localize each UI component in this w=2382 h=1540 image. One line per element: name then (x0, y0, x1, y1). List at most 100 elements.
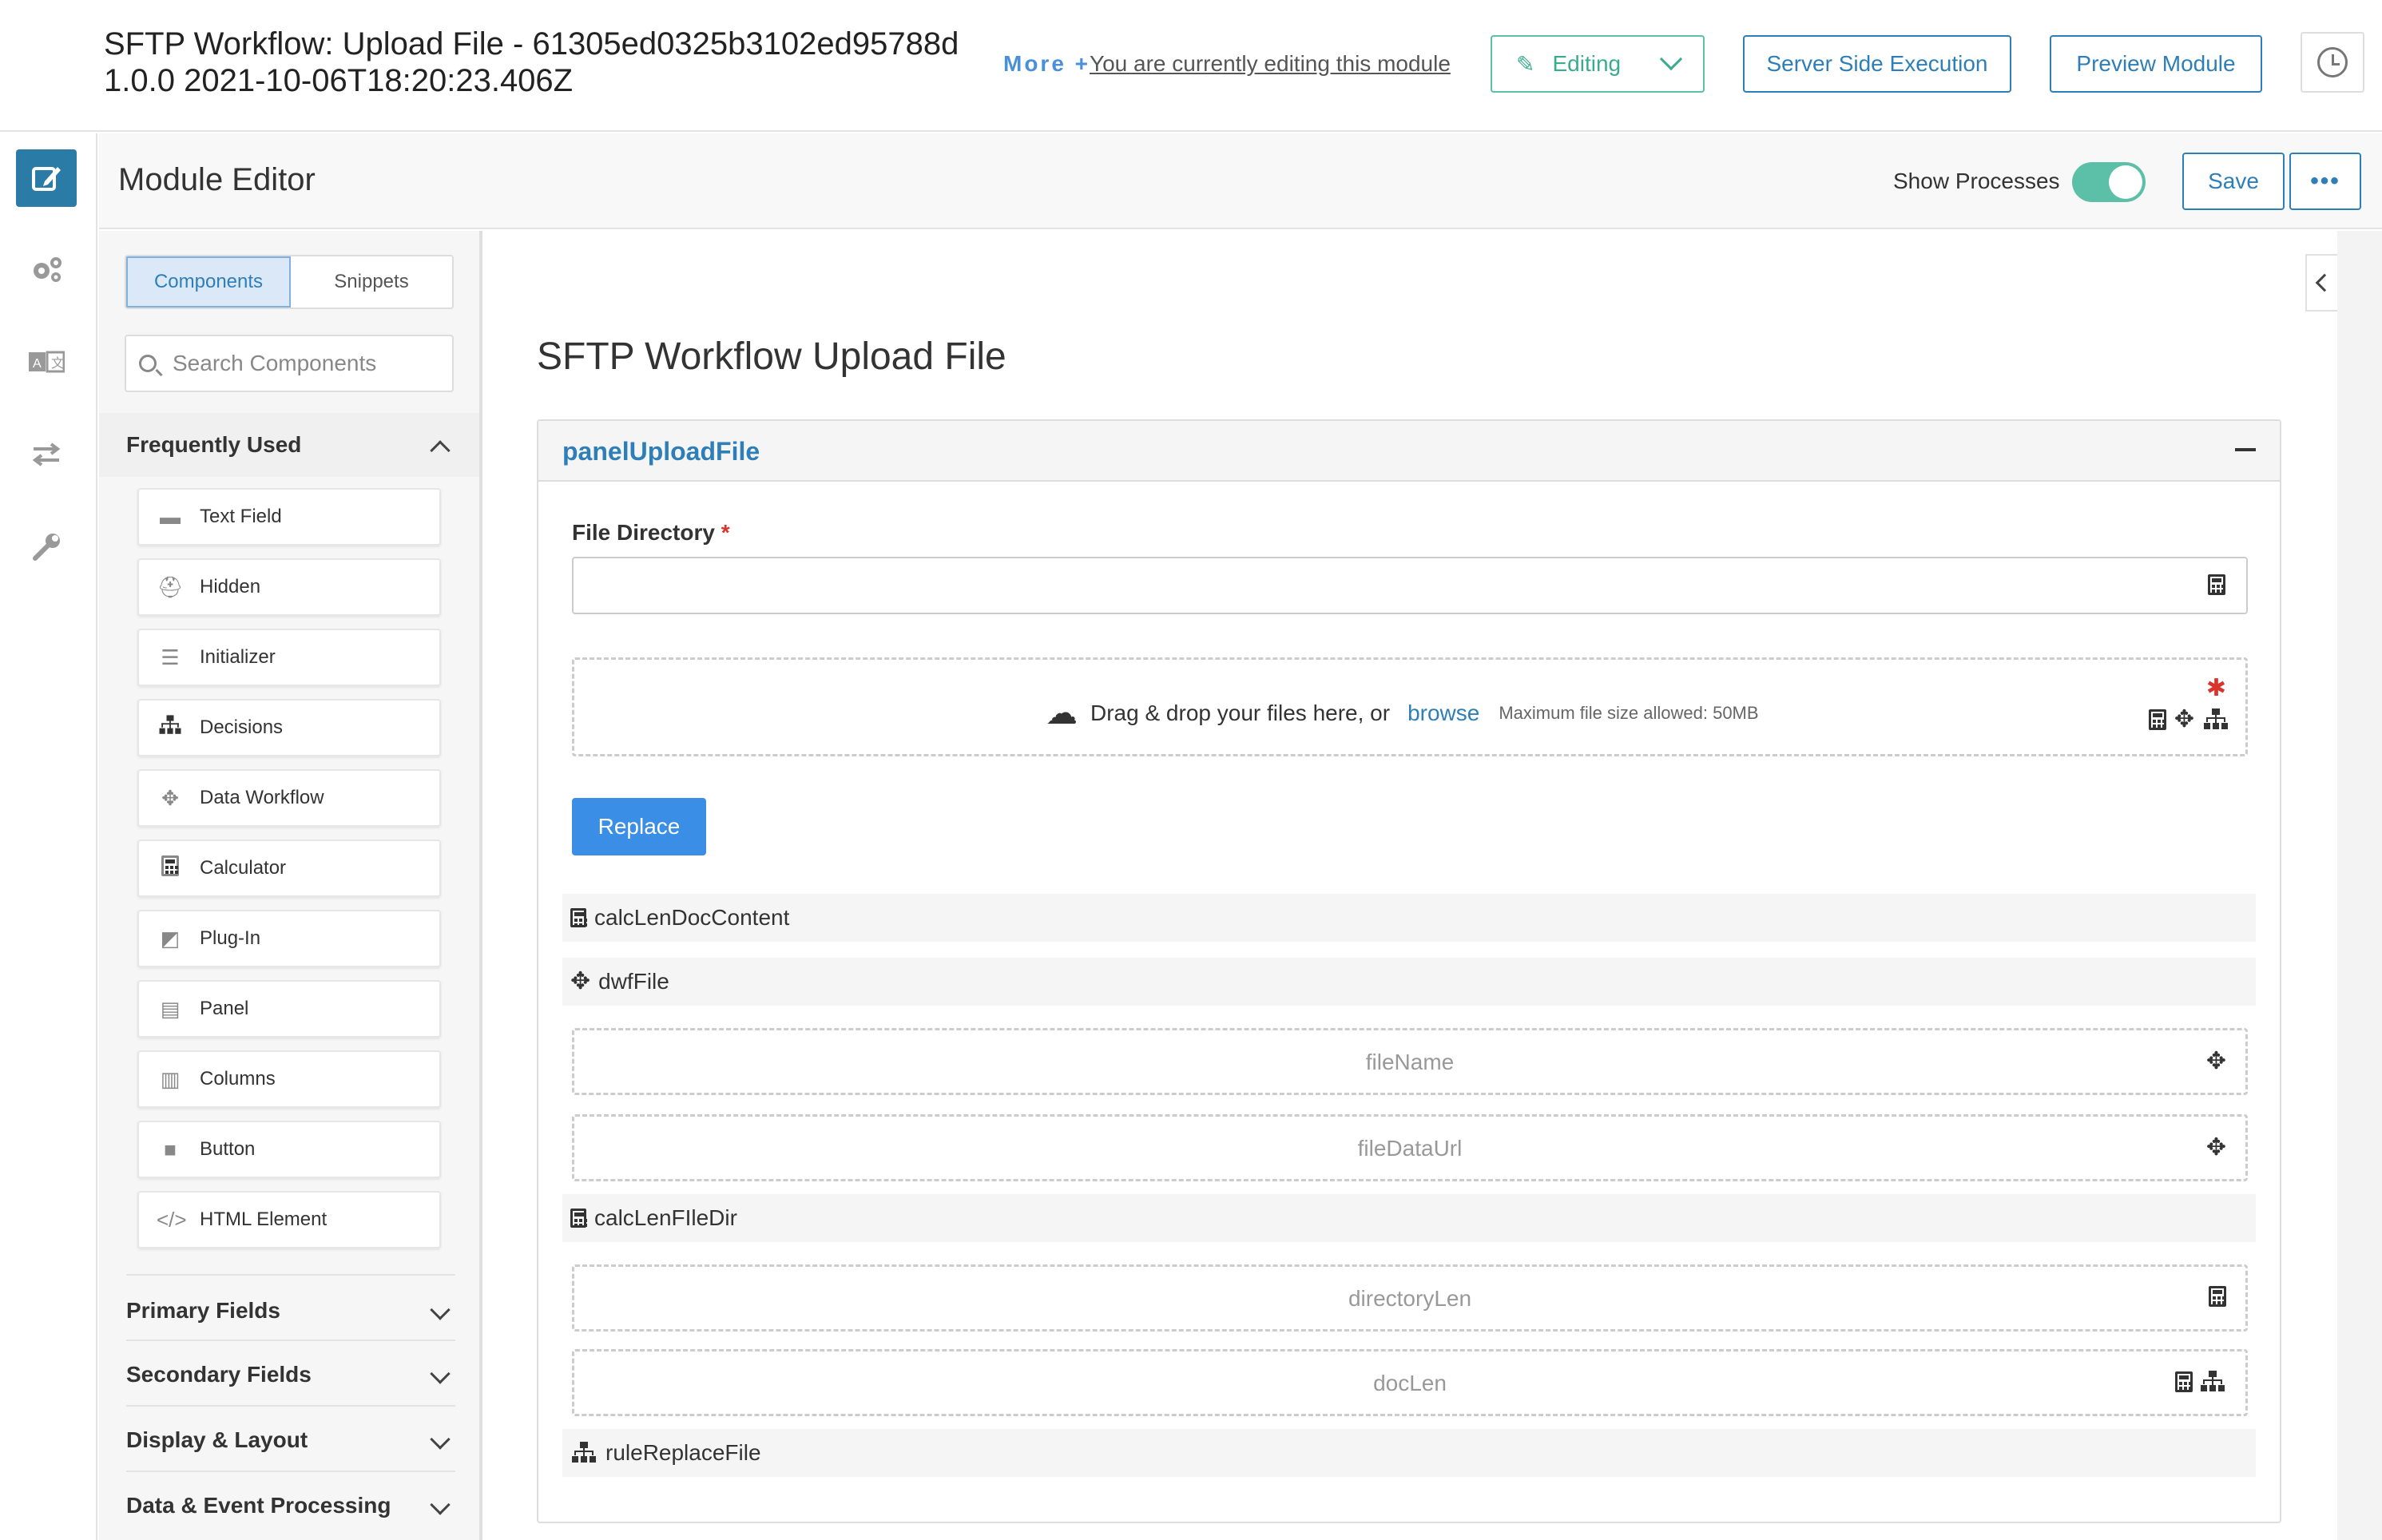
history-button[interactable] (2301, 32, 2364, 93)
chevron-down-icon (430, 1300, 451, 1320)
component-initializer[interactable]: ☰ Initializer (137, 629, 441, 686)
save-button[interactable]: Save (2182, 153, 2285, 210)
tab-snippets[interactable]: Snippets (291, 256, 452, 308)
editing-dropdown-button[interactable]: ✎ Editing (1491, 35, 1705, 93)
module-title-line1: SFTP Workflow: Upload File - 61305ed0325… (104, 26, 959, 62)
show-processes-toggle[interactable] (2072, 162, 2146, 202)
process-rule-replace-file[interactable]: ruleReplaceFile (562, 1429, 2256, 1477)
exchange-icon[interactable] (16, 426, 77, 483)
component-label: Calculator (200, 857, 287, 879)
component-html-element[interactable]: </> HTML Element (137, 1191, 441, 1248)
data-event-processing-header[interactable]: Data & Event Processing (99, 1474, 479, 1538)
component-plug-in[interactable]: ◩ Plug-In (137, 910, 441, 967)
section-title: Primary Fields (126, 1298, 280, 1323)
component-text-field[interactable]: ▬ Text Field (137, 488, 441, 546)
editing-message-link[interactable]: You are currently editing this module (1090, 51, 1451, 77)
calculator-icon (2148, 709, 2166, 730)
more-options-button[interactable]: ••• (2289, 153, 2361, 210)
file-directory-input[interactable] (572, 557, 2248, 614)
calculator-icon (2209, 1286, 2226, 1307)
browse-link[interactable]: browse (1407, 701, 1479, 726)
left-nav-rail: A文 (0, 133, 97, 1540)
component-label: Plug-In (200, 927, 261, 949)
field-label: fileDataUrl (1357, 1136, 1463, 1161)
divider (126, 1340, 455, 1341)
chevron-down-icon (430, 1363, 451, 1384)
collapse-panel-tab[interactable] (2305, 254, 2337, 312)
dropzone-text: ☁ Drag & drop your files here, or browse… (1046, 695, 1759, 732)
component-columns[interactable]: ▥ Columns (137, 1050, 441, 1108)
top-header: SFTP Workflow: Upload File - 61305ed0325… (0, 0, 2382, 132)
arrows-icon: ✥ (2205, 1048, 2226, 1074)
search-components-input[interactable] (173, 351, 444, 376)
component-button[interactable]: ■ Button (137, 1121, 441, 1178)
process-calc-len-doc-content[interactable]: calcLenDocContent (562, 894, 2256, 942)
translate-icon[interactable]: A文 (16, 333, 77, 391)
replace-button[interactable]: Replace (572, 798, 706, 855)
minimize-icon[interactable] (2235, 448, 2256, 451)
section-title: Display & Layout (126, 1427, 308, 1452)
chevron-up-icon (430, 440, 451, 461)
editor-title: Module Editor (118, 162, 316, 197)
calculator-icon (157, 855, 184, 882)
max-file-size: Maximum file size allowed: 50MB (1499, 703, 1759, 723)
minus-icon: ▬ (160, 504, 181, 529)
gears-icon[interactable] (16, 240, 77, 298)
secondary-fields-header[interactable]: Secondary Fields (99, 1343, 479, 1407)
arrows-icon: ✥ (161, 785, 179, 810)
stop-icon: ■ (164, 1137, 177, 1161)
panel-header[interactable]: panelUploadFile (538, 421, 2280, 482)
process-label: dwfFile (598, 969, 669, 994)
divider (126, 1471, 455, 1472)
chevron-down-icon (1659, 47, 1683, 71)
preview-module-button[interactable]: Preview Module (2050, 35, 2262, 93)
sitemap-icon (157, 714, 184, 742)
file-directory-label-text: File Directory (572, 520, 715, 545)
display-layout-header[interactable]: Display & Layout (99, 1408, 479, 1472)
right-gutter (2337, 231, 2382, 1540)
sitemap-icon (2202, 708, 2229, 731)
show-processes-label: Show Processes (1893, 169, 2060, 193)
field-file-data-url[interactable]: fileDataUrl ✥ (572, 1114, 2248, 1181)
field-file-name[interactable]: fileName ✥ (572, 1028, 2248, 1095)
section-title: Secondary Fields (126, 1362, 312, 1387)
component-sidebar: Components Snippets Frequently Used ▬ Te… (99, 231, 482, 1540)
sitemap-icon (2199, 1371, 2226, 1393)
primary-fields-header[interactable]: Primary Fields (99, 1279, 479, 1343)
component-decisions[interactable]: Decisions (137, 699, 441, 756)
component-calculator[interactable]: Calculator (137, 839, 441, 897)
clock-icon (2317, 47, 2348, 77)
panel-upload-file[interactable]: panelUploadFile File Directory * ☁ Drag … (537, 419, 2281, 1523)
calculator-icon (570, 1209, 586, 1228)
field-directory-len[interactable]: directoryLen (572, 1264, 2248, 1332)
cloud-upload-icon: ☁ (1046, 696, 1078, 731)
process-dwf-file[interactable]: ✥ dwfFile (562, 958, 2256, 1006)
component-label: Button (200, 1138, 256, 1160)
search-icon (139, 355, 157, 372)
chevron-left-icon (2315, 273, 2334, 292)
tab-components[interactable]: Components (126, 256, 291, 308)
component-label: Decisions (200, 716, 284, 738)
process-calc-len-file-dir[interactable]: calcLenFIleDir (562, 1194, 2256, 1242)
wrench-icon[interactable] (16, 518, 77, 576)
process-label: ruleReplaceFile (605, 1440, 761, 1465)
field-doc-len[interactable]: docLen (572, 1349, 2248, 1416)
file-dropzone[interactable]: ☁ Drag & drop your files here, or browse… (572, 657, 2248, 756)
frequently-used-header[interactable]: Frequently Used (99, 413, 479, 477)
module-title-line2: 1.0.0 2021-10-06T18:20:23.406Z (104, 63, 574, 98)
component-hidden[interactable]: ⛑ Hidden (137, 558, 441, 616)
component-label: Columns (200, 1068, 276, 1090)
component-panel[interactable]: ▤ Panel (137, 980, 441, 1038)
component-label: Data Workflow (200, 787, 324, 808)
edit-icon[interactable] (16, 149, 77, 207)
required-asterisk: * (721, 520, 730, 545)
component-data-workflow[interactable]: ✥ Data Workflow (137, 769, 441, 827)
module-title: SFTP Workflow: Upload File - 61305ed0325… (104, 26, 959, 99)
search-components-box (125, 335, 454, 392)
pencil-icon: ✎ (1516, 51, 1535, 77)
field-label: docLen (1373, 1371, 1447, 1395)
code-icon: </> (157, 1207, 187, 1232)
columns-icon: ▥ (160, 1066, 181, 1091)
more-link[interactable]: More + (1003, 51, 1090, 77)
server-side-execution-button[interactable]: Server Side Execution (1743, 35, 2011, 93)
